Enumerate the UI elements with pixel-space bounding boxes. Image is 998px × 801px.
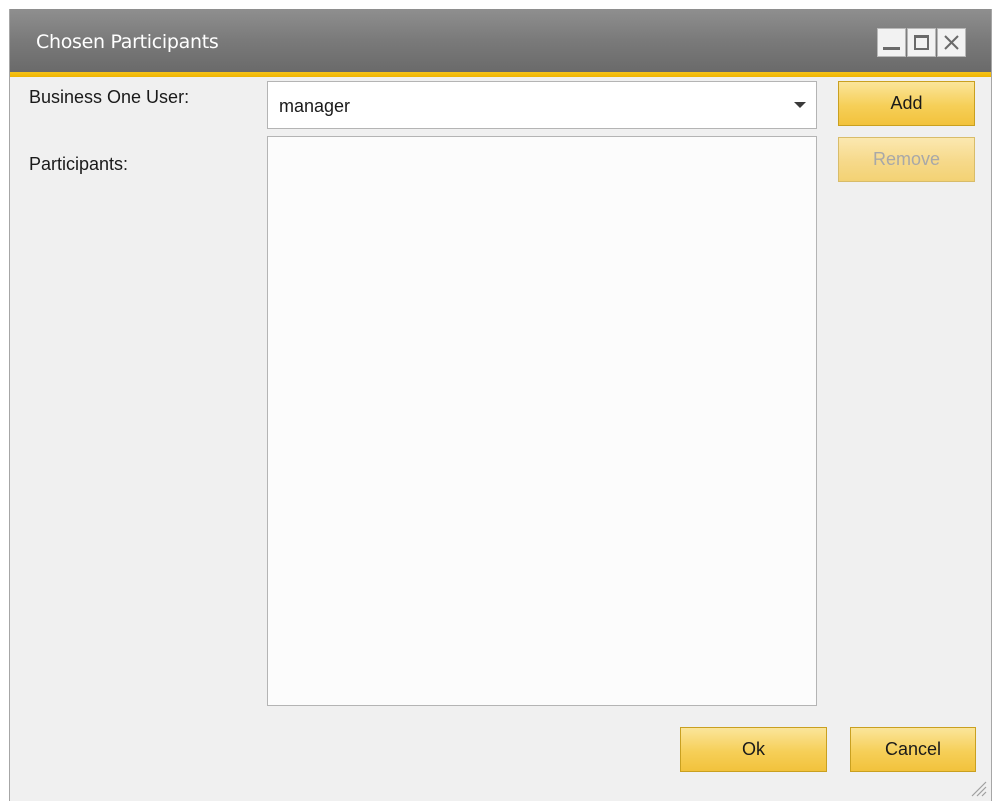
maximize-icon	[914, 35, 929, 50]
chevron-down-icon[interactable]	[794, 102, 806, 108]
close-icon	[944, 35, 959, 50]
title-accent-bar	[10, 72, 991, 77]
minimize-button[interactable]	[877, 28, 906, 57]
remove-button[interactable]: Remove	[838, 137, 975, 182]
business-one-user-label: Business One User:	[29, 87, 190, 107]
cancel-button[interactable]: Cancel	[850, 727, 976, 772]
window-title: Chosen Participants	[36, 31, 219, 53]
ok-button[interactable]: Ok	[680, 727, 827, 772]
maximize-button[interactable]	[907, 28, 936, 57]
title-bar[interactable]: Chosen Participants	[10, 9, 991, 72]
participants-list[interactable]	[267, 136, 817, 706]
minimize-icon	[883, 47, 900, 50]
add-button[interactable]: Add	[838, 81, 975, 126]
dialog-window: Chosen Participants Business One User: m…	[9, 9, 992, 801]
window-controls	[877, 28, 966, 57]
participants-label: Participants:	[29, 154, 129, 174]
close-button[interactable]	[937, 28, 966, 57]
business-one-user-value: manager	[279, 96, 351, 116]
resize-grip-icon[interactable]	[967, 777, 987, 797]
business-one-user-dropdown[interactable]: manager	[267, 81, 817, 129]
